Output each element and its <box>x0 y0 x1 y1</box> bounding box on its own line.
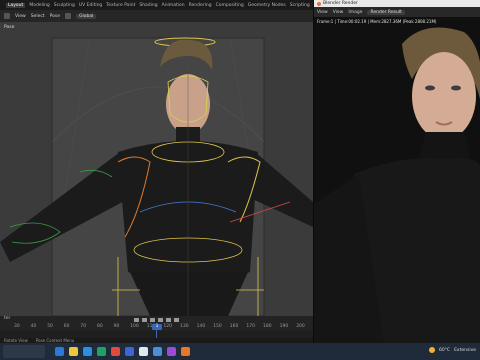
workspace-tab-compositing[interactable]: Compositing <box>216 3 244 8</box>
taskbar-app-icon[interactable] <box>111 347 120 356</box>
workspace-tab-modeling[interactable]: Modeling <box>29 3 49 8</box>
render-right-eye <box>451 85 461 91</box>
playback-controls <box>0 316 313 323</box>
taskbar-app-icon[interactable] <box>83 347 92 356</box>
jump-start-button[interactable] <box>134 317 139 322</box>
workspace-tab-rendering[interactable]: Rendering <box>189 3 212 8</box>
timeline-tick-label: 60 <box>63 324 70 329</box>
play-button[interactable] <box>158 317 163 322</box>
render-window-titlebar: Blender Render <box>314 0 480 7</box>
viewport-mode-label: Pose <box>4 25 15 30</box>
timeline-tick-label: 160 <box>229 324 239 329</box>
render-slot-dropdown[interactable]: Render Result <box>367 9 405 15</box>
workspace-tab-sculpting[interactable]: Sculpting <box>54 3 75 8</box>
timeline-tick-label: 130 <box>180 324 189 329</box>
blender-logo-icon <box>317 1 321 6</box>
playhead-line <box>156 330 157 338</box>
editor-type-icon[interactable] <box>4 13 10 19</box>
timeline-tick-label: 140 <box>196 324 206 329</box>
timeline-tick-label: 200 <box>296 324 305 329</box>
timeline-tick-label: 180 <box>263 324 272 329</box>
taskbar-app-icon[interactable] <box>181 347 190 356</box>
viewport-menu-view[interactable]: View <box>15 14 26 19</box>
weather-temperature: 60°C <box>438 347 451 353</box>
taskbar-app-icons <box>55 347 190 356</box>
transform-orientation-icon <box>65 13 71 19</box>
taskbar-app-icon[interactable] <box>97 347 106 356</box>
taskbar-app-icon[interactable] <box>55 347 64 356</box>
3d-viewport[interactable]: Pose <box>0 22 313 316</box>
viewport-header: View Select Pose Global <box>0 10 313 22</box>
workspace-tab-scripting[interactable]: Scripting <box>290 3 310 8</box>
timeline[interactable]: ter 304050607080901001101201301401501601… <box>0 316 313 338</box>
viewport-menu-select[interactable]: Select <box>31 14 45 19</box>
workspace-tab-uv-editing[interactable]: UV Editing <box>79 3 102 8</box>
timeline-tick-label: 150 <box>213 324 222 329</box>
workspace-tab-shading[interactable]: Shading <box>139 3 157 8</box>
weather-icon <box>428 347 435 353</box>
viewport-scene <box>0 37 313 316</box>
timeline-tick-label: 90 <box>113 324 120 329</box>
current-frame-indicator[interactable]: 1 <box>152 324 162 330</box>
timeline-tick-label: 30 <box>14 324 20 329</box>
workspace-tab-geometry-nodes[interactable]: Geometry Nodes <box>248 3 286 8</box>
workspace-tab-bar: Layout Modeling Sculpting UV Editing Texture… <box>0 0 313 10</box>
taskbar-app-icon[interactable] <box>139 347 148 356</box>
render-image <box>314 24 480 343</box>
timeline-tick-label: 80 <box>97 324 103 329</box>
render-face <box>412 52 476 140</box>
render-window-title: Blender Render <box>323 1 358 6</box>
render-menu-view[interactable]: View <box>317 10 328 15</box>
taskbar-app-icon[interactable] <box>167 347 176 356</box>
render-menu-image[interactable]: Image <box>348 10 362 15</box>
transform-orientation-dropdown[interactable]: Global <box>76 13 97 19</box>
workspace-tab-animation[interactable]: Animation <box>162 3 185 8</box>
timeline-tick-label: 40 <box>30 324 37 329</box>
legs <box>130 272 248 316</box>
taskbar-app-icon[interactable] <box>125 347 134 356</box>
timeline-tick-label: 170 <box>246 324 255 329</box>
timeline-tick-label: 190 <box>279 324 289 329</box>
viewport-menu-pose[interactable]: Pose <box>50 14 60 19</box>
taskbar-search-box[interactable] <box>3 345 45 358</box>
timeline-tick-label: 120 <box>163 324 172 329</box>
jump-end-button[interactable] <box>174 317 179 322</box>
weather-label: Extensive <box>454 347 476 353</box>
play-reverse-button[interactable] <box>150 317 155 322</box>
system-tray: 60°C Extensive <box>428 347 476 353</box>
render-window: Blender Render View View Image Render Re… <box>313 0 480 343</box>
step-forward-button[interactable] <box>166 317 171 322</box>
render-window-header: View View Image Render Result <box>314 7 480 17</box>
timeline-tick-label: 50 <box>47 324 53 329</box>
timeline-tick-label: 70 <box>80 324 87 329</box>
timeline-tick-label: 100 <box>130 324 139 329</box>
taskbar-app-icon[interactable] <box>69 347 78 356</box>
taskbar-app-icon[interactable] <box>153 347 162 356</box>
step-back-button[interactable] <box>142 317 147 322</box>
render-left-eye <box>425 85 435 91</box>
taskbar: 60°C Extensive <box>0 343 480 360</box>
workspace-tab-texture-paint[interactable]: Texture Paint <box>106 3 135 8</box>
render-menu-view-2[interactable]: View <box>333 10 344 15</box>
workspace-tab-layout[interactable]: Layout <box>6 2 26 8</box>
